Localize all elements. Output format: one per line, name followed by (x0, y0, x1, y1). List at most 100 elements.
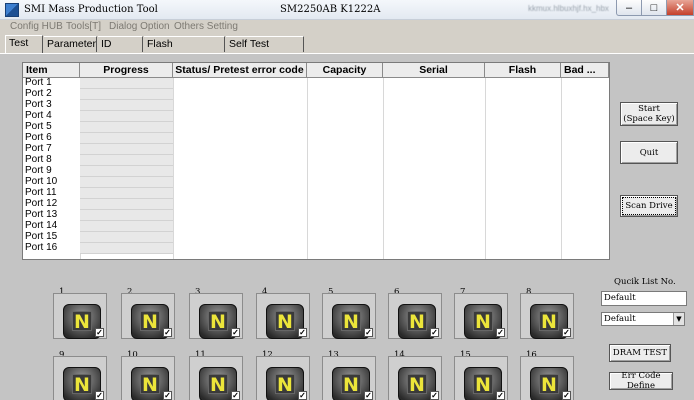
port-slot[interactable]: 7 N ✓ (454, 287, 508, 341)
port-slot[interactable]: 4 N ✓ (256, 287, 310, 341)
quick-list-selected: Default (604, 314, 636, 324)
quick-list-input[interactable]: Default (601, 291, 687, 306)
port-enable-checkbox[interactable]: ✓ (496, 391, 505, 400)
table-row[interactable]: Port 8 (23, 155, 609, 166)
tab-flash-diagnosis[interactable]: Flash Diagnosis (144, 36, 225, 65)
table-row[interactable]: Port 9 (23, 166, 609, 177)
table-row[interactable]: Port 16 (23, 243, 609, 254)
start-button-label: Start (Space Key) (623, 104, 675, 124)
minimize-icon: – (625, 1, 633, 14)
drive-status-letter: N (208, 311, 228, 332)
port-enable-checkbox[interactable]: ✓ (231, 328, 240, 337)
drive-status-letter: N (72, 374, 92, 395)
port-row-label: Port 8 (25, 154, 52, 165)
port-enable-checkbox[interactable]: ✓ (496, 328, 505, 337)
table-row[interactable]: Port 5 (23, 122, 609, 133)
drive-status-letter: N (407, 311, 427, 332)
port-enable-checkbox[interactable]: ✓ (163, 391, 172, 400)
close-button[interactable]: ✕ (666, 0, 694, 16)
table-row[interactable]: Port 14 (23, 221, 609, 232)
port-enable-checkbox[interactable]: ✓ (231, 391, 240, 400)
minimize-button[interactable]: – (616, 0, 642, 16)
table-row[interactable]: Port 15 (23, 232, 609, 243)
menu-config-hub[interactable]: Config HUB (10, 21, 63, 32)
port-slot[interactable]: 2 N ✓ (121, 287, 175, 341)
test-panel: Item Progress Status/ Pretest error code… (0, 53, 694, 400)
port-row-label: Port 3 (25, 99, 52, 110)
drive-status-letter: N (208, 374, 228, 395)
tab-parameter[interactable]: Parameter (44, 36, 97, 52)
port-enable-checkbox[interactable]: ✓ (364, 328, 373, 337)
table-row[interactable]: Port 13 (23, 210, 609, 221)
port-slot[interactable]: 6 N ✓ (388, 287, 442, 341)
drive-status-letter: N (72, 311, 92, 332)
port-frame: N ✓ (322, 356, 376, 400)
col-bad[interactable]: Bad ... (561, 63, 609, 78)
port-enable-checkbox[interactable]: ✓ (562, 391, 571, 400)
quick-list-select[interactable]: Default ▼ (601, 312, 685, 326)
menu-dialog-option[interactable]: Dialog Option (109, 21, 170, 32)
port-enable-checkbox[interactable]: ✓ (364, 391, 373, 400)
tab-test[interactable]: Test (5, 35, 43, 53)
scan-drive-button[interactable]: Scan Drive (620, 195, 678, 217)
progress-bar (80, 78, 173, 89)
title-bar[interactable]: SMI Mass Production Tool SM2250AB K1222A… (0, 0, 694, 20)
col-flash[interactable]: Flash (485, 63, 561, 78)
col-status[interactable]: Status/ Pretest error code (173, 63, 307, 78)
port-slot[interactable]: 12 N ✓ (256, 350, 310, 400)
port-enable-checkbox[interactable]: ✓ (562, 328, 571, 337)
table-row[interactable]: Port 1 (23, 78, 609, 89)
table-row[interactable]: Port 12 (23, 199, 609, 210)
port-slot[interactable]: 9 N ✓ (53, 350, 107, 400)
port-slot[interactable]: 11 N ✓ (189, 350, 243, 400)
port-slot[interactable]: 5 N ✓ (322, 287, 376, 341)
maximize-icon: □ (650, 1, 658, 14)
table-row[interactable]: Port 2 (23, 89, 609, 100)
port-slot[interactable]: 16 N ✓ (520, 350, 574, 400)
port-slot[interactable]: 14 N ✓ (388, 350, 442, 400)
port-enable-checkbox[interactable]: ✓ (95, 328, 104, 337)
port-enable-checkbox[interactable]: ✓ (298, 391, 307, 400)
port-slot[interactable]: 15 N ✓ (454, 350, 508, 400)
table-row[interactable]: Port 11 (23, 188, 609, 199)
port-row-label: Port 7 (25, 143, 52, 154)
maximize-button[interactable]: □ (641, 0, 667, 16)
port-enable-checkbox[interactable]: ✓ (95, 391, 104, 400)
port-enable-checkbox[interactable]: ✓ (298, 328, 307, 337)
port-slot[interactable]: 10 N ✓ (121, 350, 175, 400)
err-code-define-button[interactable]: Err Code Define (609, 371, 673, 391)
tab-self-test-result[interactable]: Self Test Result (226, 36, 304, 65)
port-slot[interactable]: 3 N ✓ (189, 287, 243, 341)
table-row[interactable]: Port 10 (23, 177, 609, 188)
port-enable-checkbox[interactable]: ✓ (430, 328, 439, 337)
port-enable-checkbox[interactable]: ✓ (163, 328, 172, 337)
col-serial[interactable]: Serial (383, 63, 485, 78)
progress-bar (80, 243, 173, 254)
menu-tools[interactable]: Tools[T] (66, 21, 101, 32)
drive-status-letter: N (407, 374, 427, 395)
port-slot[interactable]: 1 N ✓ (53, 287, 107, 341)
dram-test-button[interactable]: DRAM TEST (609, 344, 671, 362)
menu-others-setting[interactable]: Others Setting (174, 21, 238, 32)
col-item[interactable]: Item (23, 63, 80, 78)
table-row[interactable]: Port 7 (23, 144, 609, 155)
port-slot[interactable]: 13 N ✓ (322, 350, 376, 400)
port-enable-checkbox[interactable]: ✓ (430, 391, 439, 400)
port-frame: N ✓ (189, 356, 243, 400)
blurred-title-text: kkmux.hlbuxhjf.hx_hbx (528, 4, 609, 13)
table-row[interactable]: Port 3 (23, 100, 609, 111)
col-progress[interactable]: Progress (80, 63, 173, 78)
table-row[interactable]: Port 4 (23, 111, 609, 122)
quit-button[interactable]: Quit (620, 141, 678, 164)
window-model: SM2250AB K1222A (280, 4, 381, 15)
table-row[interactable]: Port 6 (23, 133, 609, 144)
col-capacity[interactable]: Capacity (307, 63, 383, 78)
port-row-label: Port 15 (25, 231, 58, 242)
tab-id-table[interactable]: ID Table (98, 36, 143, 65)
drive-status-letter: N (539, 374, 559, 395)
port-status-table[interactable]: Item Progress Status/ Pretest error code… (22, 62, 610, 260)
start-button[interactable]: Start (Space Key) (620, 102, 678, 126)
port-frame: N ✓ (121, 356, 175, 400)
port-slot[interactable]: 8 N ✓ (520, 287, 574, 341)
chevron-down-icon[interactable]: ▼ (673, 313, 684, 325)
